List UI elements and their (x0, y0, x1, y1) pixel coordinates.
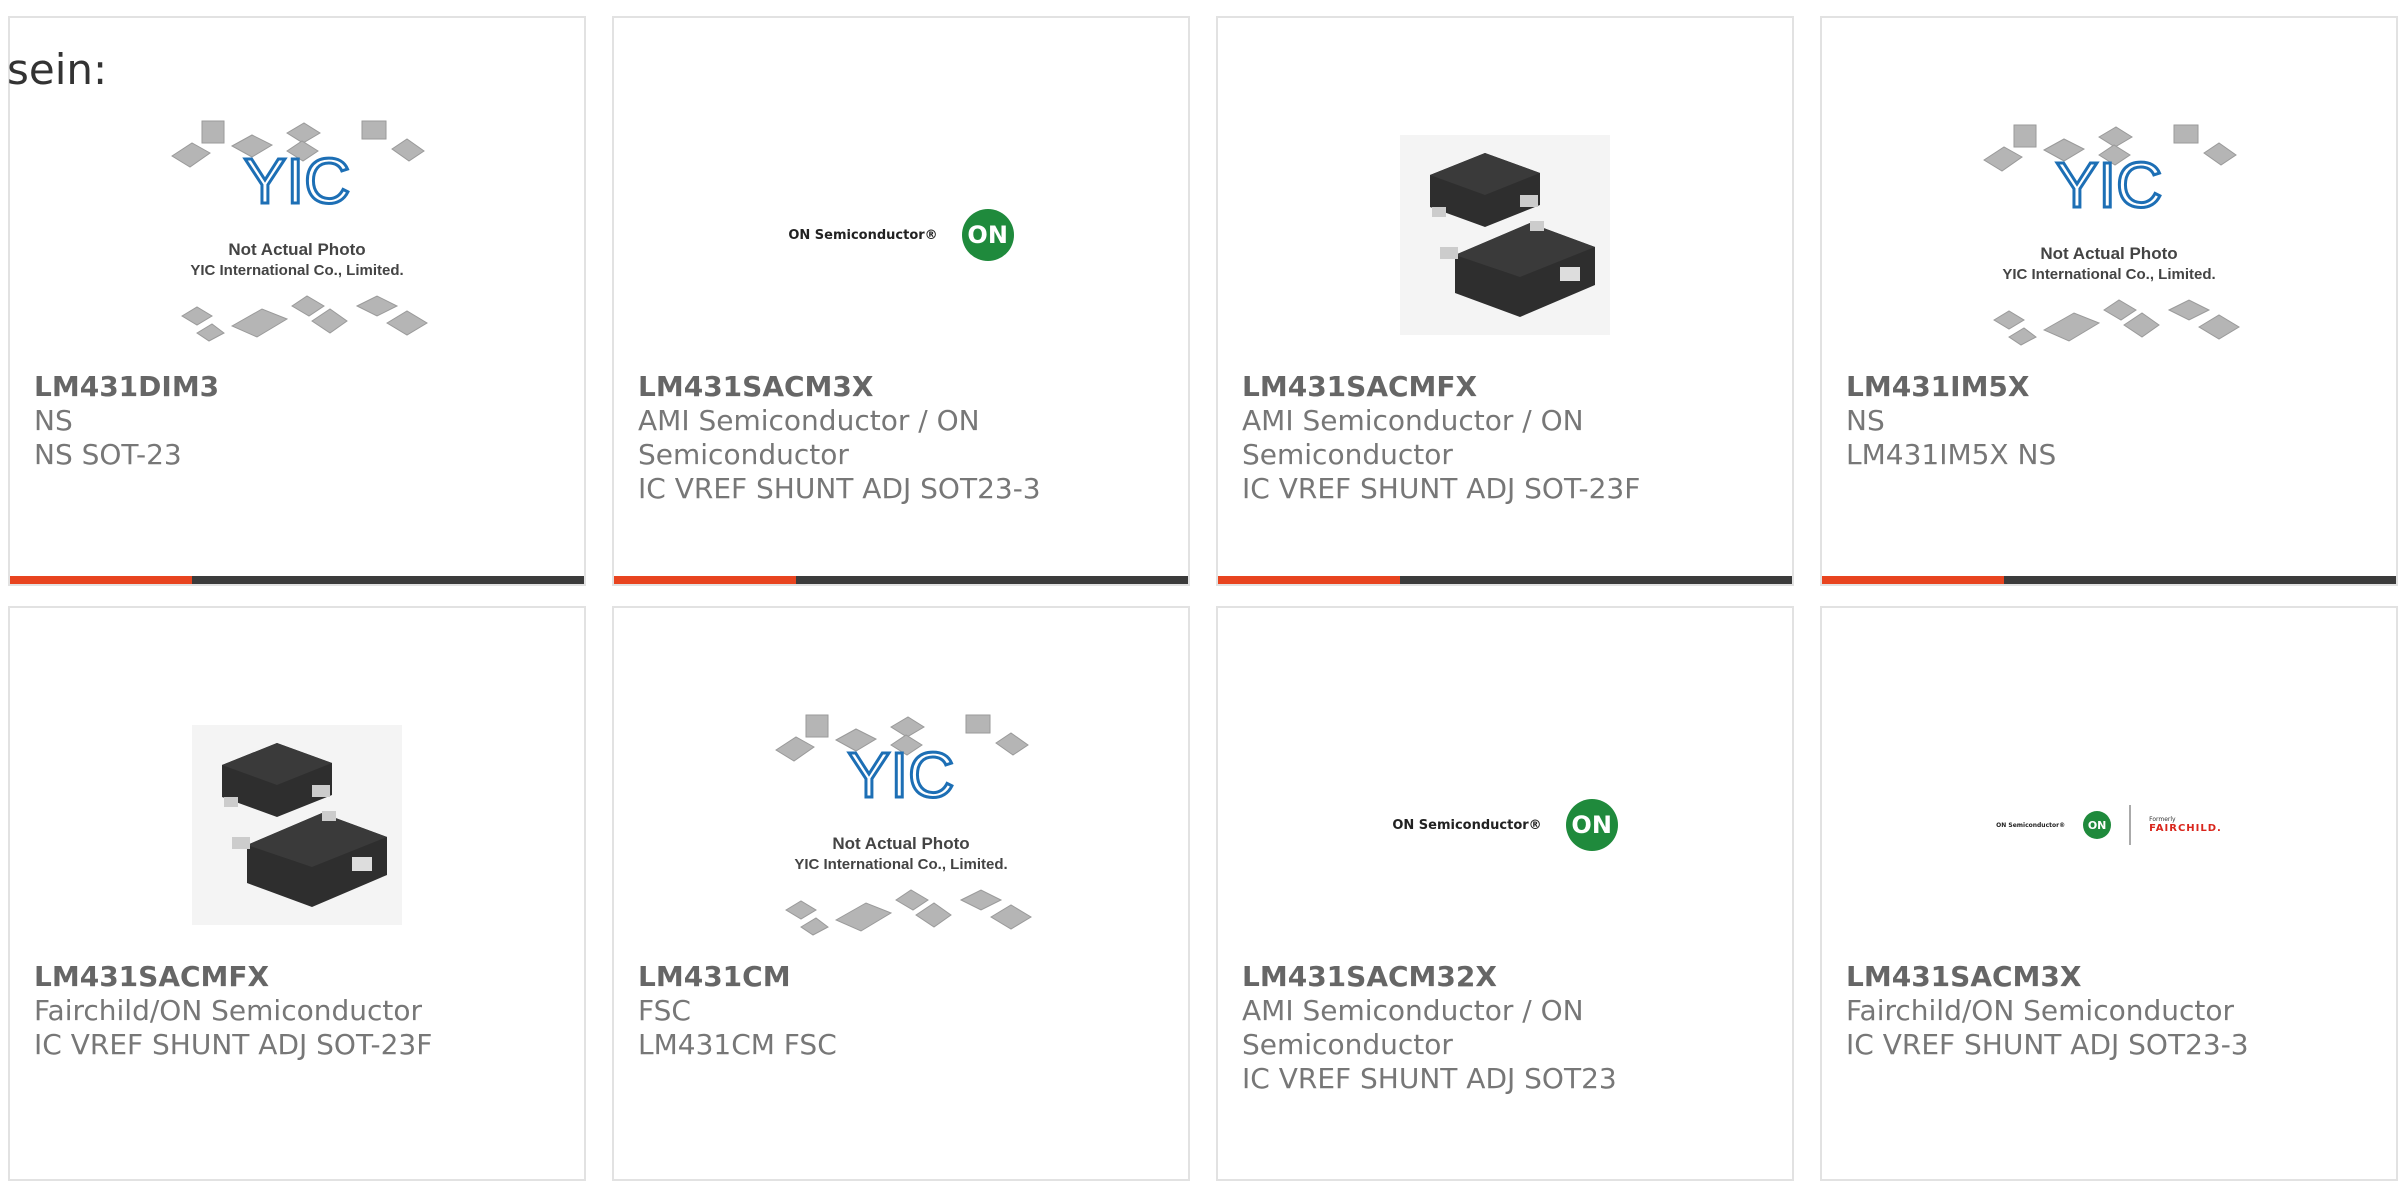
on-logo-mark: ON (961, 209, 1014, 261)
card-accent-bar (10, 576, 192, 584)
manufacturer: FSC (638, 994, 691, 1027)
placeholder-chips-image: YIC Not Actual Photo YIC International C… (171, 120, 428, 342)
fairchild-logo-on-mark: ON (2083, 811, 2112, 839)
svg-text:YIC International Co., Limited: YIC International Co., Limited. (794, 856, 1007, 873)
manufacturer: AMI Semiconductor / ON Semiconductor (1242, 404, 1584, 471)
product-info: LM431SACMFX AMI Semiconductor / ON Semico… (1242, 370, 1752, 506)
svg-text:Not Actual Photo: Not Actual Photo (2040, 244, 2177, 263)
product-image[interactable]: ON Semiconductor® ON (614, 100, 1188, 370)
sot23-chip-image (192, 725, 402, 925)
product-image[interactable]: YIC Not Actual Photo YIC International C… (1822, 100, 2396, 370)
product-card[interactable]: YIC Not Actual Photo YIC International C… (1820, 16, 2398, 586)
svg-text:YIC: YIC (2056, 149, 2163, 221)
svg-text:YIC International Co., Limited: YIC International Co., Limited. (190, 262, 403, 279)
manufacturer: AMI Semiconductor / ON Semiconductor (1242, 994, 1584, 1061)
product-info: LM431SACM3X Fairchild/ON Semiconductor IC … (1846, 960, 2356, 1062)
part-number-link[interactable]: LM431IM5X (1846, 370, 2356, 404)
card-accent-bar (1218, 576, 1400, 584)
svg-text:Not Actual Photo: Not Actual Photo (228, 240, 365, 259)
svg-text:YIC International Co., Limited: YIC International Co., Limited. (2002, 266, 2215, 283)
part-number-link[interactable]: LM431CM (638, 960, 1148, 994)
fairchild-logo: ON Semiconductor® ON Formerly FAIRCHILD. (1996, 805, 2222, 845)
placeholder-chips-image: YIC Not Actual Photo YIC International C… (775, 714, 1032, 936)
product-card[interactable]: ON Semiconductor® ON LM431SACM3X AMI Semico… (612, 16, 1190, 586)
description: LM431CM FSC (638, 1028, 837, 1061)
manufacturer: NS (1846, 404, 1885, 437)
description: IC VREF SHUNT ADJ SOT-23F (34, 1028, 433, 1061)
card-bottom-bar (10, 576, 584, 584)
manufacturer: AMI Semiconductor / ON Semiconductor (638, 404, 980, 471)
fairchild-logo-on-text: ON Semiconductor® (1996, 821, 2066, 829)
svg-text:YIC: YIC (848, 739, 955, 811)
on-semiconductor-logo: ON Semiconductor® ON (1392, 799, 1618, 851)
placeholder-chips-image: YIC Not Actual Photo YIC International C… (1983, 124, 2240, 346)
part-number-link[interactable]: LM431SACM3X (638, 370, 1148, 404)
part-number-link[interactable]: LM431SACMFX (34, 960, 544, 994)
card-accent-bar (614, 576, 796, 584)
product-card[interactable]: LM431SACMFX Fairchild/ON Semiconductor IC … (8, 606, 586, 1181)
part-number-link[interactable]: LM431SACM32X (1242, 960, 1752, 994)
description: NS SOT-23 (34, 438, 182, 471)
fairchild-logo-brand: Formerly FAIRCHILD. (2149, 816, 2222, 834)
product-info: LM431SACMFX Fairchild/ON Semiconductor IC … (34, 960, 544, 1062)
product-image[interactable] (1218, 100, 1792, 370)
product-card[interactable]: ON Semiconductor® ON LM431SACM32X AMI Semic… (1216, 606, 1794, 1181)
product-info: LM431SACM32X AMI Semiconductor / ON Semic… (1242, 960, 1752, 1096)
description: IC VREF SHUNT ADJ SOT23-3 (1846, 1028, 2249, 1061)
product-image[interactable]: ON Semiconductor® ON (1218, 690, 1792, 960)
on-semiconductor-logo: ON Semiconductor® ON (788, 209, 1014, 261)
product-info: LM431IM5X NS LM431IM5X NS (1846, 370, 2356, 472)
product-card[interactable]: ON Semiconductor® ON Formerly FAIRCHILD.… (1820, 606, 2398, 1181)
card-bottom-bar (1822, 576, 2396, 584)
svg-text:Not Actual Photo: Not Actual Photo (832, 834, 969, 853)
product-card[interactable]: YIC Not Actual Photo YIC International C… (612, 606, 1190, 1181)
card-bottom-bar (1218, 576, 1792, 584)
product-info: LM431DIM3 NS NS SOT-23 (34, 370, 544, 472)
manufacturer: Fairchild/ON Semiconductor (1846, 994, 2235, 1027)
manufacturer: NS (34, 404, 73, 437)
fairchild-logo-separator (2129, 805, 2132, 845)
intro-text: sein: (7, 45, 108, 94)
svg-text:YIC: YIC (244, 145, 351, 217)
on-logo-mark: ON (1565, 799, 1618, 851)
description: IC VREF SHUNT ADJ SOT-23F (1242, 472, 1641, 505)
on-logo-text: ON Semiconductor® (788, 227, 938, 243)
product-image[interactable]: YIC Not Actual Photo YIC International C… (614, 690, 1188, 960)
manufacturer: Fairchild/ON Semiconductor (34, 994, 423, 1027)
description: IC VREF SHUNT ADJ SOT23-3 (638, 472, 1041, 505)
part-number-link[interactable]: LM431DIM3 (34, 370, 544, 404)
product-image[interactable] (10, 690, 584, 960)
product-info: LM431CM FSC LM431CM FSC (638, 960, 1148, 1062)
card-bottom-bar (614, 576, 1188, 584)
product-image[interactable]: YIC Not Actual Photo YIC International C… (10, 96, 584, 366)
card-accent-bar (1822, 576, 2004, 584)
product-image[interactable]: ON Semiconductor® ON Formerly FAIRCHILD. (1822, 690, 2396, 960)
description: LM431IM5X NS (1846, 438, 2057, 471)
sot23-chip-image (1400, 135, 1610, 335)
on-logo-text: ON Semiconductor® (1392, 817, 1542, 833)
product-card[interactable]: YIC Not Actual Photo YIC International C… (8, 16, 586, 586)
product-card[interactable]: LM431SACMFX AMI Semiconductor / ON Semico… (1216, 16, 1794, 586)
part-number-link[interactable]: LM431SACM3X (1846, 960, 2356, 994)
part-number-link[interactable]: LM431SACMFX (1242, 370, 1752, 404)
description: IC VREF SHUNT ADJ SOT23 (1242, 1062, 1617, 1095)
product-info: LM431SACM3X AMI Semiconductor / ON Semico… (638, 370, 1148, 506)
